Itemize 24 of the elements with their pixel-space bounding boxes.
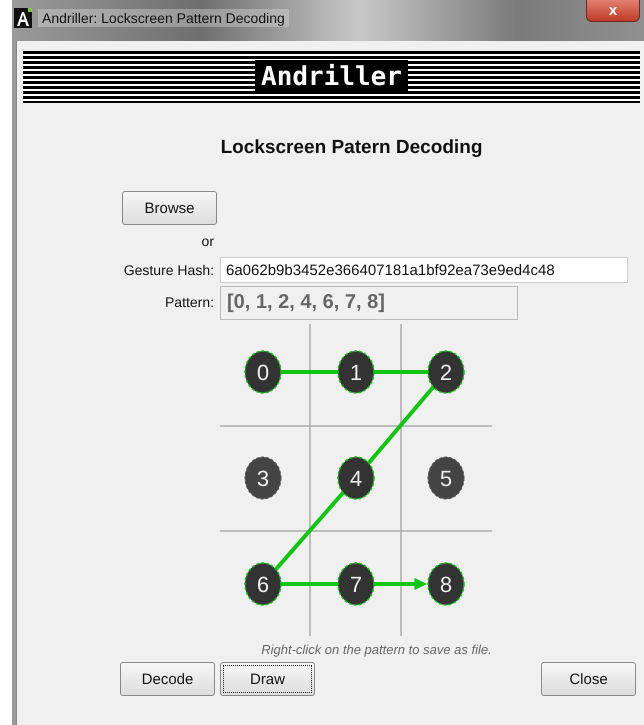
pattern-dot[interactable]: 2 [427,350,465,394]
pattern-dot[interactable]: 1 [337,350,375,394]
pattern-label: Pattern: [164,294,214,310]
pattern-dot[interactable]: 8 [427,562,465,606]
app-logo-icon [14,8,32,28]
pattern-dot[interactable]: 5 [428,456,464,500]
pattern-dot[interactable]: 0 [244,350,282,394]
browse-button[interactable]: Browse [122,191,217,225]
decode-button[interactable]: Decode [120,662,215,696]
pattern-dot[interactable]: 4 [337,456,375,500]
pattern-dot[interactable]: 3 [244,456,282,500]
pattern-dot[interactable]: 6 [244,562,282,606]
gesture-hash-label: Gesture Hash: [122,262,214,278]
pattern-dot[interactable]: 7 [337,562,375,606]
hint-text: Right-click on the pattern to save as file. [260,642,493,657]
draw-button[interactable]: Draw [220,662,315,696]
window-title: Andriller: Lockscreen Pattern Decoding [38,8,289,26]
close-button[interactable]: Close [541,662,636,696]
or-label: or [200,232,214,251]
window-close-button[interactable]: x [586,0,640,22]
pattern-field: [0, 1, 2, 4, 6, 7, 8] [220,286,518,320]
banner-title: Andriller [255,60,408,94]
heading: Lockscreen Patern Decoding [220,137,484,159]
gesture-hash-field[interactable]: 6a062b9b3452e366407181a1bf92ea73e9ed4c48 [220,257,628,283]
